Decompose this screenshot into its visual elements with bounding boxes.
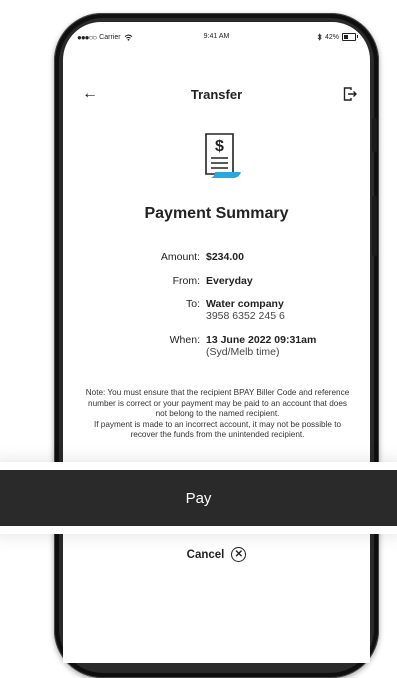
when-value-block: 13 June 2022 09:31am (Syd/Melb time) [206, 334, 316, 358]
svg-text:$: $ [215, 138, 224, 155]
cancel-button[interactable]: Cancel ✕ [63, 547, 370, 562]
to-value: Water company [206, 298, 284, 310]
to-label: To: [185, 298, 200, 310]
phone-side-button [372, 118, 377, 152]
phone-side-button [372, 196, 377, 256]
from-label: From: [172, 275, 200, 287]
amount-label: Amount: [160, 251, 200, 263]
to-reference: 3958 6352 245 6 [206, 310, 285, 322]
cancel-label: Cancel [186, 548, 225, 561]
phone-screen: ●●●○○ Carrier 9:41 AM 42% ← Transfer $ P… [63, 22, 370, 663]
summary-title: Payment Summary [144, 205, 289, 222]
note-line-1: Note: You must ensure that the recipient… [85, 388, 350, 419]
pay-button[interactable]: Pay [0, 470, 397, 526]
bluetooth-icon [317, 33, 322, 41]
from-value: Everyday [206, 275, 253, 287]
close-circle-icon: ✕ [231, 547, 247, 562]
nav-bar: ← Transfer [63, 84, 370, 108]
pay-label: Pay [185, 489, 212, 507]
when-timezone: (Syd/Melb time) [206, 346, 280, 358]
status-right: 42% [317, 33, 358, 41]
battery-level [344, 35, 348, 39]
battery-percent: 42% [324, 33, 339, 41]
to-value-block: Water company 3958 6352 245 6 [206, 298, 285, 322]
receipt-icon: $ [203, 132, 243, 185]
battery-icon [342, 33, 358, 41]
when-value: 13 June 2022 09:31am [206, 334, 317, 346]
status-bar: ●●●○○ Carrier 9:41 AM 42% [63, 22, 370, 52]
logout-icon[interactable] [343, 86, 357, 107]
when-label: When: [169, 334, 200, 346]
note-line-2: If payment is made to an incorrect accou… [93, 419, 342, 440]
amount-value: $234.00 [206, 251, 244, 263]
page-title: Transfer [190, 87, 243, 102]
disclaimer-note: Note: You must ensure that the recipient… [83, 388, 352, 441]
